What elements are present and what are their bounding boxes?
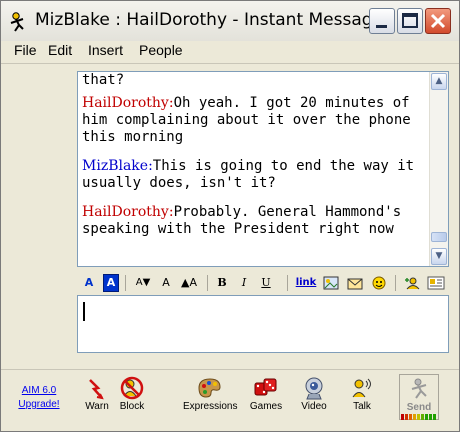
webcam-icon (305, 377, 323, 400)
talk-label: Talk (353, 401, 371, 412)
message-text: that? (82, 72, 125, 88)
message: MizBlake:This is going to end the way it… (82, 158, 428, 192)
block-icon (120, 376, 144, 400)
send-label: Send (406, 402, 432, 413)
scroll-down-button[interactable]: ▼ (431, 248, 447, 265)
title-bar[interactable]: MizBlake : HailDorothy - Instant Message (1, 1, 459, 42)
buddy-icon[interactable] (403, 276, 421, 290)
talk-button[interactable]: Talk (347, 376, 377, 412)
block-button[interactable]: Block (117, 376, 147, 412)
info-icon[interactable] (427, 276, 445, 290)
message-sender: HailDorothy: (82, 95, 174, 111)
warn-icon (89, 379, 104, 400)
block-label: Block (119, 401, 145, 412)
bottom-toolbar: AIM 6.0 Upgrade! Warn Block Expressions … (1, 369, 459, 432)
expressions-label: Expressions (183, 401, 238, 412)
palette-icon (198, 378, 221, 398)
maximize-button[interactable] (397, 8, 423, 34)
maximize-icon (402, 13, 418, 28)
bold-button[interactable]: B (215, 274, 229, 292)
message-sender: HailDorothy: (82, 204, 174, 220)
italic-button[interactable]: I (237, 274, 251, 292)
conversation-text: that? HailDorothy:Oh yeah. I got 20 minu… (82, 72, 428, 250)
toolbar-separator (395, 275, 396, 291)
message-continuation: that? (82, 72, 428, 89)
video-label: Video (301, 401, 327, 412)
close-icon (430, 13, 446, 29)
menu-bar: File Edit Insert People (1, 41, 459, 64)
message: HailDorothy:Probably. General Hammond's … (82, 204, 428, 238)
warning-level-meter (401, 414, 437, 420)
send-running-man-icon (411, 378, 427, 399)
upgrade-link[interactable]: AIM 6.0 Upgrade! (11, 384, 67, 412)
warn-label: Warn (85, 401, 109, 412)
menu-file[interactable]: File (14, 42, 37, 58)
im-window: MizBlake : HailDorothy - Instant Message… (0, 0, 460, 432)
conversation-pane[interactable]: that? HailDorothy:Oh yeah. I got 20 minu… (77, 71, 449, 267)
dice-icon (254, 378, 277, 396)
underline-button[interactable]: U (259, 274, 273, 292)
scroll-up-button[interactable]: ▲ (431, 73, 447, 90)
conversation-scrollbar[interactable]: ▲ ▼ (429, 72, 448, 266)
increase-size-button[interactable]: ▲A (179, 274, 199, 292)
format-toolbar: A A A▼ A ▲A B I U link (77, 273, 449, 293)
insert-link-button[interactable]: link (295, 274, 317, 292)
upgrade-line1: AIM 6.0 (21, 385, 57, 396)
toolbar-separator (207, 275, 208, 291)
minimize-icon (376, 25, 387, 28)
close-button[interactable] (425, 8, 451, 34)
toolbar-separator (125, 275, 126, 291)
games-button[interactable]: Games (249, 376, 283, 412)
minimize-button[interactable] (369, 8, 395, 34)
text-color-button[interactable]: A (81, 274, 97, 292)
smiley-icon[interactable] (371, 276, 387, 290)
upgrade-line2: Upgrade! (18, 399, 60, 410)
aim-running-man-icon (10, 12, 24, 32)
message-sender: MizBlake: (82, 158, 153, 174)
image-icon[interactable] (323, 276, 339, 290)
menu-edit[interactable]: Edit (48, 42, 72, 58)
menu-people[interactable]: People (139, 42, 183, 58)
talk-icon (352, 378, 371, 398)
scroll-thumb[interactable] (431, 232, 447, 242)
games-label: Games (249, 401, 283, 412)
window-title: MizBlake : HailDorothy - Instant Message (35, 10, 384, 30)
font-size-dropdown[interactable]: A▼ (133, 274, 153, 292)
warn-button[interactable]: Warn (83, 376, 111, 412)
normal-size-button[interactable]: A (159, 274, 173, 292)
menu-insert[interactable]: Insert (88, 42, 123, 58)
text-caret (83, 302, 85, 321)
expressions-button[interactable]: Expressions (183, 376, 238, 412)
email-icon[interactable] (347, 276, 363, 290)
message-input[interactable] (77, 295, 449, 353)
video-button[interactable]: Video (299, 376, 329, 412)
toolbar-separator (287, 275, 288, 291)
message: HailDorothy:Oh yeah. I got 20 minutes of… (82, 95, 428, 146)
background-color-button[interactable]: A (103, 274, 119, 292)
